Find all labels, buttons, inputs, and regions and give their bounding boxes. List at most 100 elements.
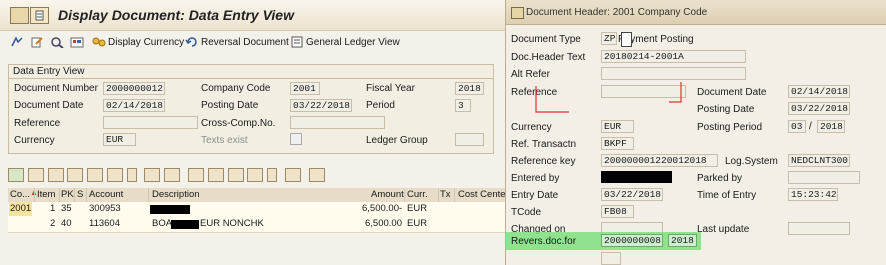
document-date-field[interactable]: 02/14/2018 [788, 85, 850, 98]
cell-description-prefix[interactable]: BOA [152, 217, 172, 231]
currency-label: Currency [14, 135, 55, 146]
document-date-field[interactable]: 02/14/2018 [103, 99, 165, 112]
cell-amount[interactable]: 6,500.00 [365, 217, 402, 231]
revers-doc-label: Revers.doc.for [511, 236, 577, 247]
posting-date-label: Posting Date [697, 104, 755, 115]
time-of-entry-label: Time of Entry [697, 190, 757, 201]
info-icon[interactable] [308, 168, 325, 182]
redacted-description [171, 220, 199, 229]
tcode-field[interactable]: FB08 [601, 205, 634, 218]
document-type-label: Document Type [511, 34, 581, 45]
reversal-document-button[interactable]: Reversal Document [185, 36, 289, 48]
ledger-group-label: Ledger Group [366, 135, 428, 146]
reference-label: Reference [14, 118, 61, 129]
overview-icon[interactable] [70, 36, 84, 48]
posting-date-label: Posting Date [201, 100, 259, 111]
group-title-underline [9, 78, 493, 79]
dialog-title: Document Header: 2001 Company Code [526, 7, 708, 18]
reversal-icon [185, 36, 199, 48]
display-currency-button[interactable]: Display Currency [92, 36, 184, 48]
cell-curr[interactable]: EUR [407, 217, 427, 231]
print-icon[interactable] [188, 168, 205, 182]
alt-refer-field[interactable] [601, 67, 746, 80]
currency-field[interactable]: EUR [103, 133, 136, 146]
last-update-label: Last update [697, 224, 750, 235]
currency-field[interactable]: EUR [601, 120, 634, 133]
cell-curr[interactable]: EUR [407, 202, 427, 216]
entered-by-label: Entered by [511, 173, 560, 184]
ledger-group-field[interactable] [455, 133, 484, 146]
revers-year-field[interactable]: 2018 [668, 234, 697, 247]
period-label: Period [366, 100, 395, 111]
details-icon[interactable] [8, 168, 24, 182]
layout-dropdown-icon[interactable] [267, 168, 278, 182]
log-system-field[interactable]: NEDCLNT300 [788, 154, 850, 167]
fiscal-year-field[interactable]: 2018 [455, 82, 484, 95]
subtotal-icon[interactable] [164, 168, 181, 182]
filter-icon[interactable] [106, 168, 123, 182]
cell-co[interactable]: 2001 [9, 202, 33, 216]
tcode-label: TCode [511, 207, 542, 218]
entry-date-field[interactable]: 03/22/2018 [601, 188, 663, 201]
title-bar: Display Document: Data Entry View [0, 0, 505, 31]
cell-description-suffix[interactable]: EUR NONCHK [200, 217, 264, 231]
document-type-field[interactable]: ZP [601, 32, 617, 45]
document-number-label: Document Number [14, 83, 98, 94]
reversal-document-label: Reversal Document [201, 36, 289, 48]
posting-period-field[interactable]: 03 [788, 120, 806, 133]
cross-comp-field[interactable] [290, 116, 385, 129]
export-icon[interactable] [227, 168, 244, 182]
document-date-label: Document Date [697, 87, 767, 98]
alt-refer-label: Alt Refer [511, 69, 550, 80]
time-of-entry-field[interactable]: 15:23:42 [788, 188, 838, 201]
general-ledger-view-button[interactable]: General Ledger View [290, 36, 400, 48]
cell-pk[interactable]: 35 [61, 202, 72, 216]
layout-icon[interactable] [247, 168, 264, 182]
posting-date-field[interactable]: 03/22/2018 [290, 99, 352, 112]
cell-account[interactable]: 300953 [89, 202, 121, 216]
reference-field[interactable] [103, 116, 198, 129]
parked-by-field[interactable] [788, 171, 860, 184]
cell-item[interactable]: 1 [50, 202, 55, 216]
menu-icon[interactable] [10, 7, 29, 24]
filter-dropdown-icon[interactable] [126, 168, 137, 182]
dialog-menu-icon[interactable] [511, 7, 524, 19]
reference-key-field[interactable]: 200000001220012018 [601, 154, 718, 167]
posting-year-field[interactable]: 2018 [817, 120, 845, 133]
posting-date-field[interactable]: 03/22/2018 [788, 102, 850, 115]
cell-amount[interactable]: 6,500.00- [362, 202, 402, 216]
sort-descending-icon[interactable] [47, 168, 64, 182]
revers-doc-field[interactable]: 2000000008 [601, 234, 663, 247]
currency-label: Currency [511, 122, 552, 133]
doc-header-text-field[interactable]: 20180214-2001A [601, 50, 746, 63]
find-next-icon[interactable] [87, 168, 104, 182]
abc-analysis-icon[interactable] [284, 168, 301, 182]
ref-transactn-field[interactable]: BKPF [601, 137, 634, 150]
views-icon[interactable] [207, 168, 224, 182]
company-code-field[interactable]: 2001 [290, 82, 320, 95]
reference-key-label: Reference key [511, 156, 576, 167]
find-icon[interactable] [67, 168, 84, 182]
display-icon[interactable] [50, 36, 64, 49]
cell-pk[interactable]: 40 [61, 217, 72, 231]
parked-by-label: Parked by [697, 173, 743, 184]
last-update-field[interactable] [788, 222, 850, 235]
period-field[interactable]: 3 [455, 99, 471, 112]
cell-account[interactable]: 113604 [89, 217, 120, 231]
entry-date-label: Entry Date [511, 190, 559, 201]
partial-field[interactable] [601, 252, 621, 265]
toggle-icon[interactable] [10, 36, 24, 48]
cell-item[interactable]: 2 [50, 217, 55, 231]
fiscal-year-label: Fiscal Year [366, 83, 415, 94]
texts-exist-checkbox[interactable] [290, 133, 302, 145]
dialog-title-bar: Document Header: 2001 Company Code [506, 0, 886, 25]
edit-icon[interactable] [30, 36, 44, 48]
redacted-description [150, 205, 190, 214]
table-row[interactable] [8, 202, 505, 218]
document-date-label: Document Date [14, 100, 84, 111]
sort-ascending-icon[interactable] [27, 168, 44, 182]
sum-icon[interactable] [144, 168, 161, 182]
page-title: Display Document: Data Entry View [58, 7, 294, 23]
document-number-field[interactable]: 2000000012 [103, 82, 165, 95]
texts-exist-label: Texts exist [201, 135, 248, 146]
